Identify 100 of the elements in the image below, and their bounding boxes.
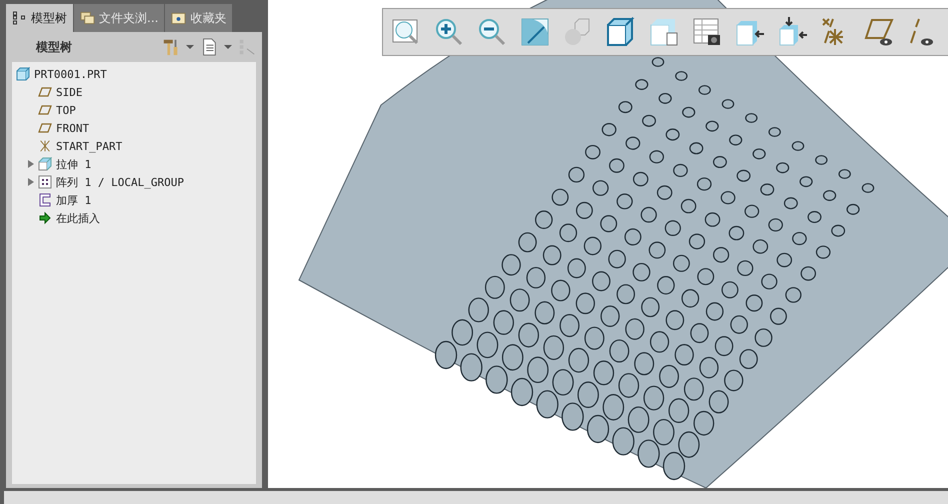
plane-eye-icon[interactable] — [864, 17, 894, 47]
hole — [792, 232, 807, 246]
hole — [626, 136, 640, 150]
hole — [681, 289, 700, 308]
hole — [616, 194, 633, 210]
hole — [816, 246, 831, 259]
hole — [831, 224, 846, 237]
hole — [736, 170, 751, 182]
hole — [618, 373, 640, 398]
hole — [568, 348, 590, 373]
tree-item[interactable]: 加厚 1 — [56, 192, 92, 208]
hole — [568, 166, 585, 183]
tree-item[interactable]: 拉伸 1 — [56, 156, 92, 172]
hole — [728, 226, 744, 240]
hole — [752, 148, 766, 160]
bracket-icon — [38, 193, 52, 207]
hole — [722, 99, 734, 109]
hole — [688, 234, 706, 250]
tree-item[interactable]: SIDE — [56, 86, 82, 98]
hole — [659, 364, 679, 388]
zoom-out-icon[interactable] — [477, 17, 507, 47]
panel-tab[interactable]: 模型树 — [6, 4, 73, 32]
hole — [609, 339, 630, 363]
hole — [618, 101, 632, 114]
cube-two-arrows-icon[interactable] — [778, 17, 808, 47]
plane-icon — [38, 121, 52, 135]
panel-tab[interactable]: 文件夹浏... — [74, 4, 164, 32]
hole — [510, 288, 530, 312]
hole — [714, 336, 734, 356]
hole — [476, 332, 498, 358]
hole — [694, 410, 714, 436]
hole — [699, 356, 719, 378]
hole — [658, 92, 672, 104]
tree-item[interactable]: 在此插入 — [56, 210, 100, 226]
tree-item[interactable]: PRT0001.PRT — [34, 68, 107, 80]
hole — [562, 402, 584, 431]
hole — [592, 271, 610, 292]
hole — [534, 301, 555, 324]
tree-icon — [12, 11, 27, 25]
panel-tab[interactable]: 收藏夹 — [165, 4, 232, 32]
hole — [761, 274, 778, 290]
hole — [468, 298, 489, 322]
arrow-icon — [38, 211, 52, 225]
caret-icon[interactable] — [224, 45, 232, 49]
hole — [552, 188, 569, 206]
hole — [634, 352, 654, 376]
hole — [656, 185, 672, 200]
hole — [628, 406, 650, 433]
hole — [460, 353, 482, 382]
tree-item[interactable]: FRONT — [56, 122, 90, 134]
tree-item[interactable]: 阵列 1 / LOCAL_GROUP — [56, 174, 184, 190]
hole — [706, 302, 724, 321]
hole — [586, 414, 610, 444]
hammer-screwdriver-icon[interactable] — [162, 38, 180, 56]
zoom-in-icon[interactable] — [434, 17, 464, 47]
hole — [752, 239, 768, 254]
hole — [785, 287, 802, 303]
hole — [653, 418, 674, 446]
magnifier-icon[interactable] — [391, 17, 421, 47]
hole — [602, 123, 616, 136]
hole — [434, 340, 458, 370]
list-icon[interactable] — [200, 38, 218, 56]
hole — [744, 204, 760, 218]
hole — [632, 172, 648, 186]
hole — [706, 120, 719, 132]
cube-icon — [16, 67, 30, 81]
cube-icon[interactable] — [606, 17, 636, 47]
hole — [690, 323, 709, 344]
hole — [674, 344, 694, 366]
hole — [518, 322, 540, 348]
hole — [649, 150, 664, 164]
hole — [486, 366, 508, 394]
caret-icon[interactable] — [186, 45, 194, 49]
hole — [536, 390, 558, 418]
hole — [608, 250, 626, 268]
hole — [666, 310, 684, 330]
hole — [704, 212, 720, 227]
hole — [625, 318, 644, 340]
hole — [720, 191, 736, 204]
hole — [689, 142, 704, 154]
hole — [624, 228, 642, 246]
hole — [713, 247, 730, 263]
hole — [609, 158, 624, 173]
hole — [662, 452, 686, 480]
tree-item[interactable]: TOP — [56, 104, 76, 116]
hole — [640, 206, 657, 223]
hole — [650, 331, 670, 353]
hole — [600, 215, 618, 232]
hole — [518, 232, 537, 252]
folders-icon — [80, 11, 95, 25]
hole — [768, 218, 783, 232]
hole — [737, 260, 754, 276]
table-camera-icon[interactable] — [692, 17, 722, 47]
hole — [776, 162, 790, 174]
cube-list-icon[interactable] — [649, 17, 679, 47]
hole — [668, 398, 690, 423]
hole — [559, 224, 578, 242]
dial-icon[interactable] — [520, 17, 550, 47]
hole — [638, 440, 660, 468]
tree-item[interactable]: START_PART — [56, 140, 122, 152]
